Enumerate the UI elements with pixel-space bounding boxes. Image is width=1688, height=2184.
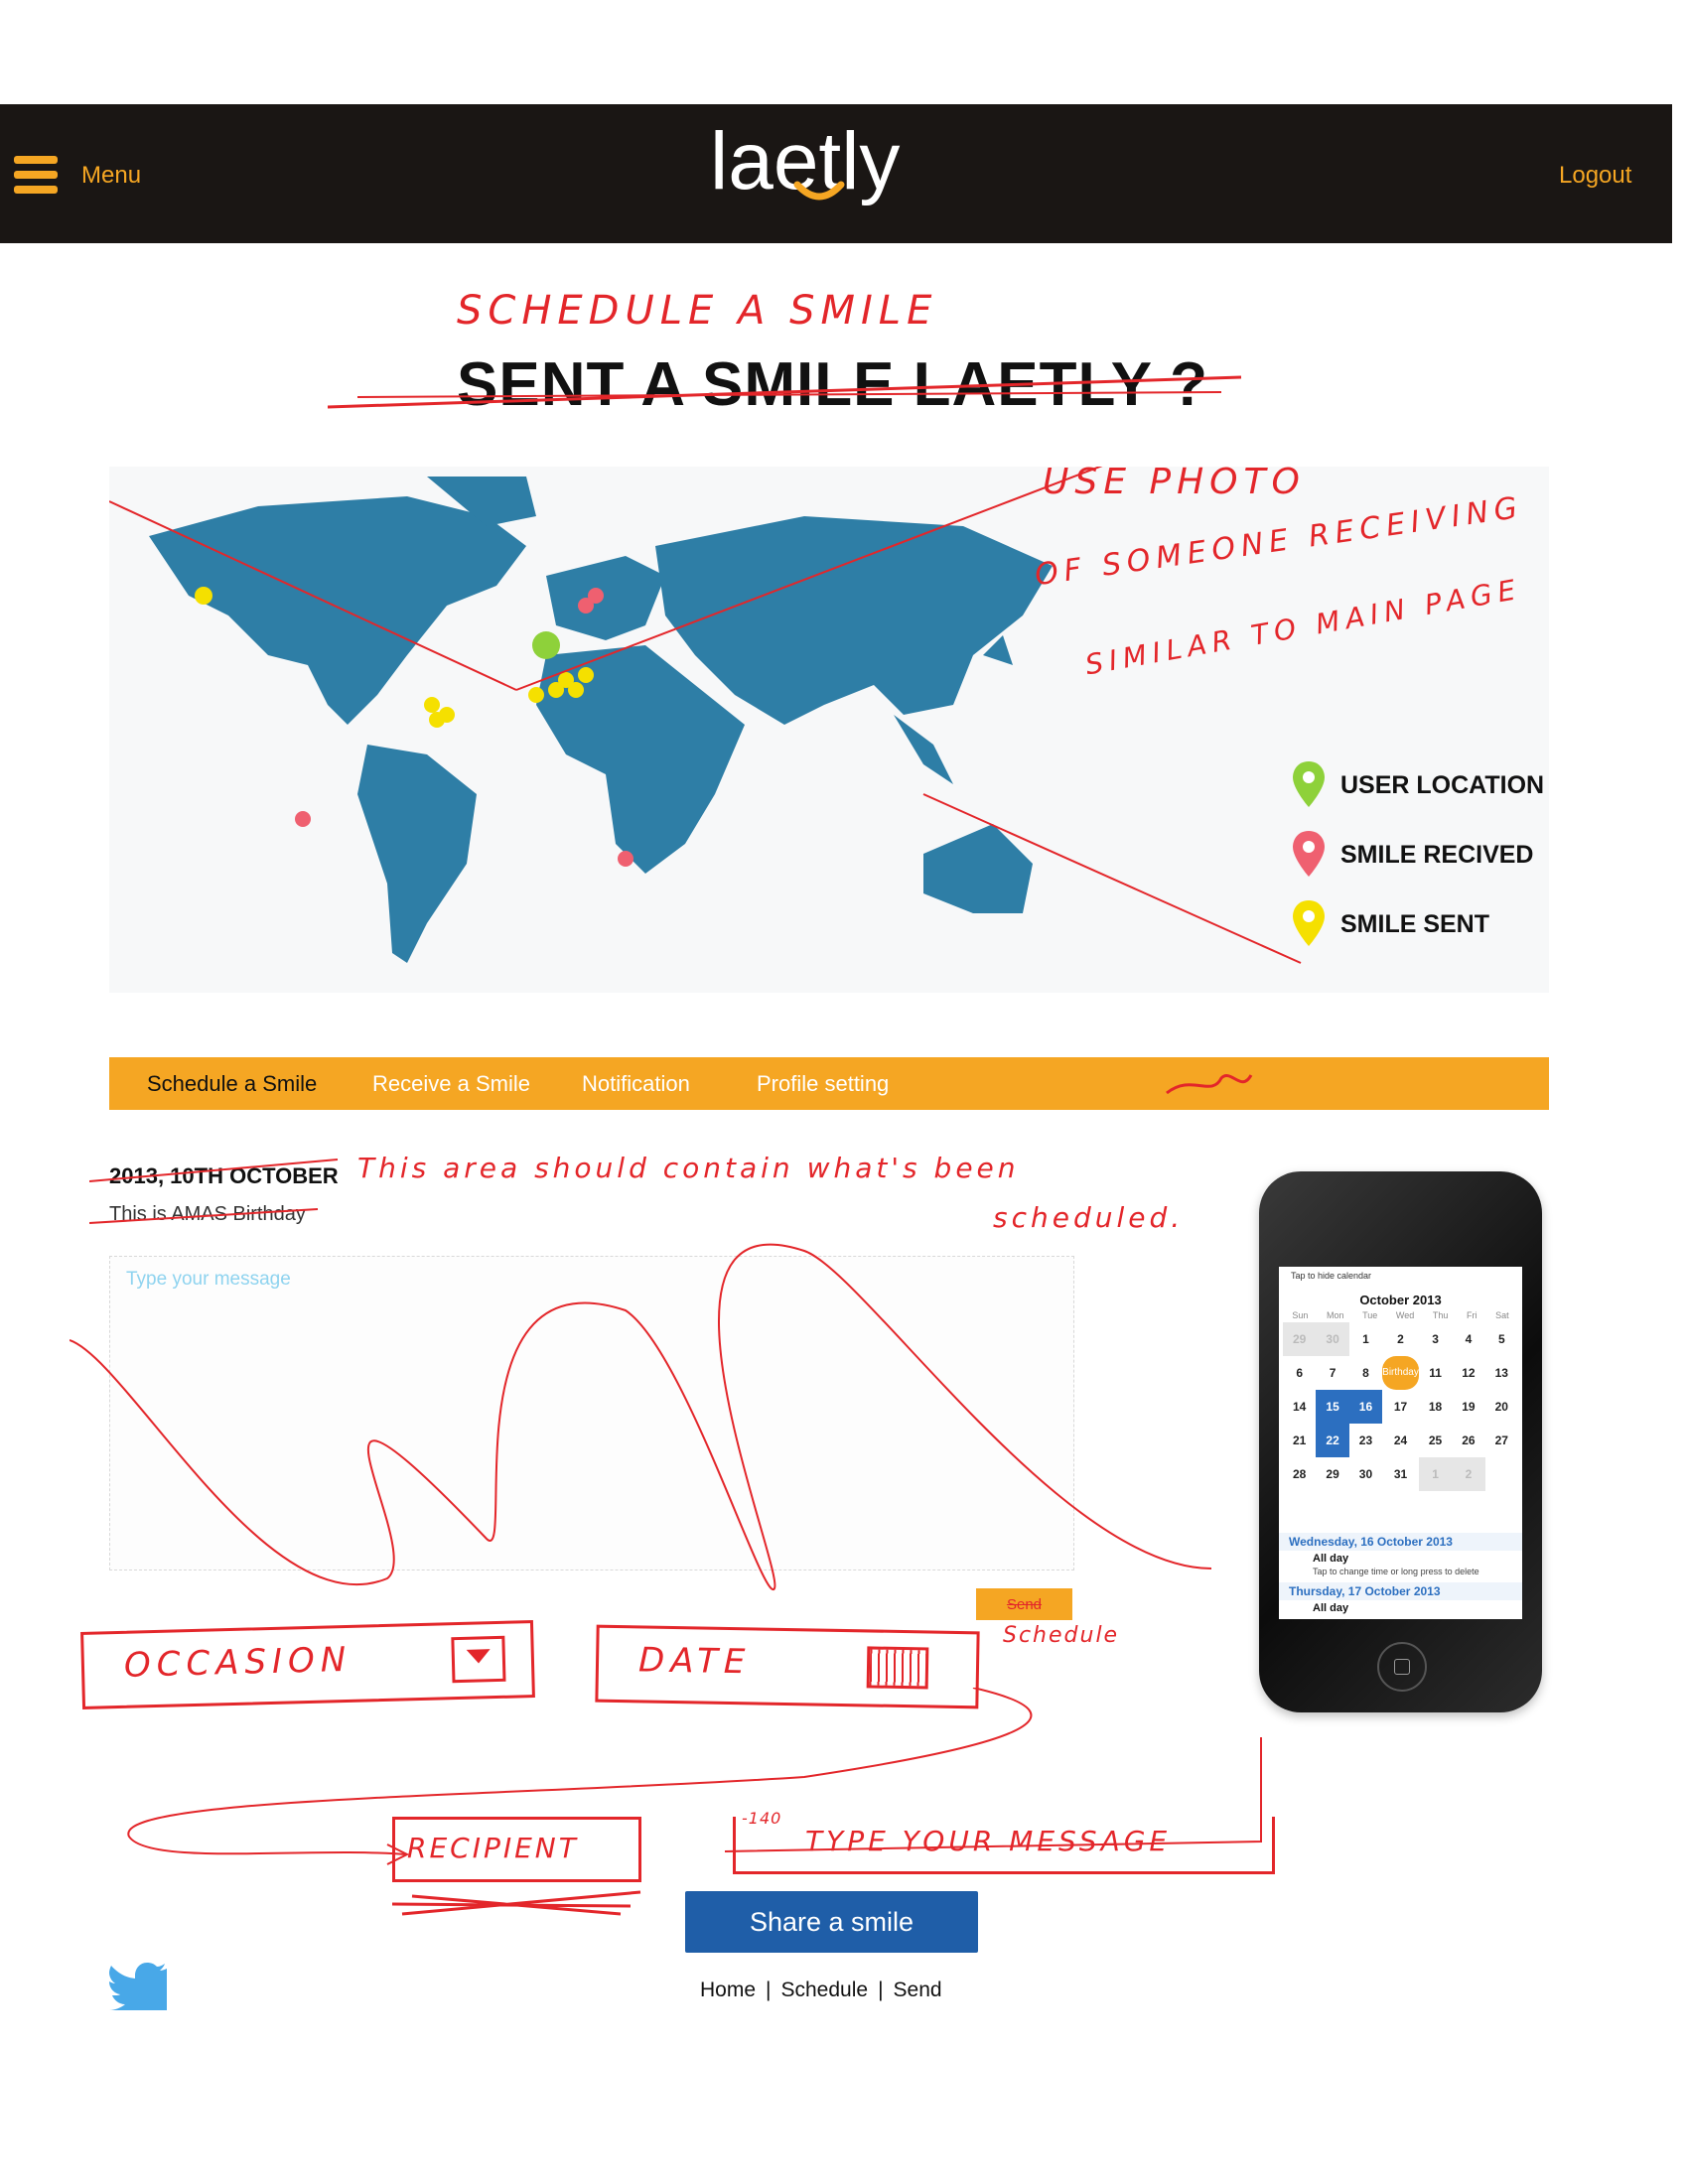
green-pin-icon [1293,761,1325,807]
handwritten-title: SCHEDULE A SMILE [457,288,938,334]
weekday-label: Sun [1292,1310,1309,1320]
calendar-day[interactable]: 4 [1452,1322,1484,1356]
calendar-day[interactable]: 11 [1419,1356,1452,1390]
sketch-counter: -140 [742,1809,782,1828]
calendar-day[interactable]: 29 [1316,1457,1348,1491]
calendar-day[interactable]: 6 [1283,1356,1316,1390]
map-note-line-1: USE PHOTO [1043,462,1306,502]
tab-profile-setting[interactable]: Profile setting [757,1071,889,1097]
weekday-label: Sat [1495,1310,1509,1320]
calendar-grid[interactable]: 29 30 1 2 3 4 5 6 7 8 Birthday 11 12 13 14 15 16 17 18 19 20… [1283,1322,1518,1491]
birthday-event-cell[interactable]: Birthday [1382,1356,1419,1390]
sketch-date-label: DATE [637,1640,752,1683]
legend-label: SMILE SENT [1340,910,1490,938]
schedule-note-line-1: This area should contain what's been [357,1152,1020,1184]
event-date-1: Wednesday, 16 October 2013 [1279,1533,1522,1551]
menu-label[interactable]: Menu [81,162,141,190]
calendar-day[interactable]: 3 [1419,1322,1452,1356]
event-date-2: Thursday, 17 October 2013 [1279,1582,1522,1600]
footer-schedule-link[interactable]: Schedule [781,1979,869,2001]
logout-link[interactable]: Logout [1559,162,1631,190]
hamburger-menu-icon[interactable] [14,156,58,194]
legend-label: USER LOCATION [1340,771,1545,799]
calendar-month: October 2013 [1359,1293,1442,1307]
tab-bar: Schedule a Smile Receive a Smile Notific… [109,1057,1549,1110]
message-scribble [70,1243,1212,1590]
phone-mockup: Tap to hide calendar October 2013 Sun Mon… [1259,1171,1542,1712]
footer-home-link[interactable]: Home [700,1979,756,2001]
recipient-strike [392,1890,641,1916]
event-title-2[interactable]: All day [1313,1602,1348,1614]
weekday-label: Mon [1326,1310,1344,1320]
legend-smile-sent: SMILE SENT [1291,898,1489,958]
legend-smile-received: SMILE RECIVED [1291,829,1533,888]
calendar-day[interactable]: 7 [1316,1356,1348,1390]
calendar-day[interactable]: 8 [1349,1356,1382,1390]
yellow-pin-icon [1293,900,1325,946]
calendar-day[interactable]: 22 [1316,1424,1349,1457]
calendar-day[interactable]: 25 [1419,1424,1452,1457]
calendar-day[interactable]: 14 [1283,1390,1316,1424]
calendar-day[interactable]: 2 [1382,1322,1419,1356]
footer-separator: | [878,1979,884,2001]
calendar-day[interactable]: 20 [1485,1390,1518,1424]
event-sub-1: Tap to change time or long press to dele… [1313,1567,1479,1576]
weekday-label: Wed [1395,1310,1415,1320]
calendar-day[interactable]: 13 [1485,1356,1518,1390]
calendar-day[interactable]: 17 [1382,1390,1419,1424]
calendar-day[interactable]: 18 [1419,1390,1452,1424]
event-title-1[interactable]: All day [1313,1553,1348,1565]
weekday-label: Fri [1467,1310,1477,1320]
calendar-day[interactable]: 31 [1382,1457,1419,1491]
calendar-day[interactable]: 1 [1418,1457,1453,1491]
calendar-day[interactable]: 27 [1485,1424,1518,1457]
phone-calendar-screen: Tap to hide calendar October 2013 Sun Mon… [1279,1267,1522,1619]
send-button[interactable]: Send [976,1588,1072,1620]
calendar-day[interactable]: 16 [1348,1390,1383,1424]
scribble-mark [1166,1074,1253,1095]
calendar-day[interactable]: 28 [1283,1457,1316,1491]
laetly-logo[interactable]: laetly [710,117,968,226]
footer-separator: | [766,1979,772,2001]
calendar-weekdays: Sun Mon Tue Wed Thu Fri Sat [1283,1310,1518,1320]
share-a-smile-button[interactable]: Share a smile [685,1891,978,1953]
tab-schedule-a-smile[interactable]: Schedule a Smile [147,1071,317,1097]
calendar-day[interactable]: 30 [1316,1322,1349,1356]
calendar-day[interactable]: 30 [1349,1457,1382,1491]
phone-home-button [1377,1642,1427,1692]
calendar-day[interactable]: 15 [1316,1390,1349,1424]
calendar-day[interactable]: 19 [1452,1390,1484,1424]
footer-nav: Home | Schedule | Send [700,1979,942,2002]
sketch-message-label: TYPE YOUR MESSAGE [805,1825,1172,1857]
calendar-hint[interactable]: Tap to hide calendar [1279,1271,1522,1281]
weekday-label: Tue [1362,1310,1378,1320]
calendar-day[interactable]: 21 [1283,1424,1316,1457]
weekday-label: Thu [1432,1310,1449,1320]
calendar-day[interactable]: 1 [1349,1322,1382,1356]
calendar-day[interactable]: 26 [1452,1424,1484,1457]
tab-receive-a-smile[interactable]: Receive a Smile [372,1071,530,1097]
calendar-day[interactable]: 5 [1485,1322,1518,1356]
red-pin-icon [1293,831,1325,877]
calendar-day[interactable]: 24 [1382,1424,1419,1457]
sketch-recipient-label: RECIPIENT [407,1832,579,1864]
calendar-day[interactable]: 29 [1283,1322,1317,1356]
title-strike-lines [328,375,1242,409]
sketch-recipient-field: RECIPIENT [392,1817,641,1882]
twitter-icon[interactable] [109,1961,169,2012]
footer-send-link[interactable]: Send [894,1979,942,2001]
legend-label: SMILE RECIVED [1340,841,1534,869]
calendar-day[interactable]: 2 [1452,1457,1485,1491]
tab-notification[interactable]: Notification [582,1071,690,1097]
dropdown-arrow-icon [451,1635,506,1684]
send-note: Schedule [1003,1623,1120,1648]
calendar-day[interactable]: 23 [1349,1424,1382,1457]
calendar-icon [866,1646,929,1690]
calendar-day[interactable]: 12 [1452,1356,1484,1390]
legend-user-location: USER LOCATION [1291,759,1544,819]
sketch-occasion-label: OCCASION [123,1639,352,1686]
sketch-message-field: -140 TYPE YOUR MESSAGE [733,1809,1275,1874]
